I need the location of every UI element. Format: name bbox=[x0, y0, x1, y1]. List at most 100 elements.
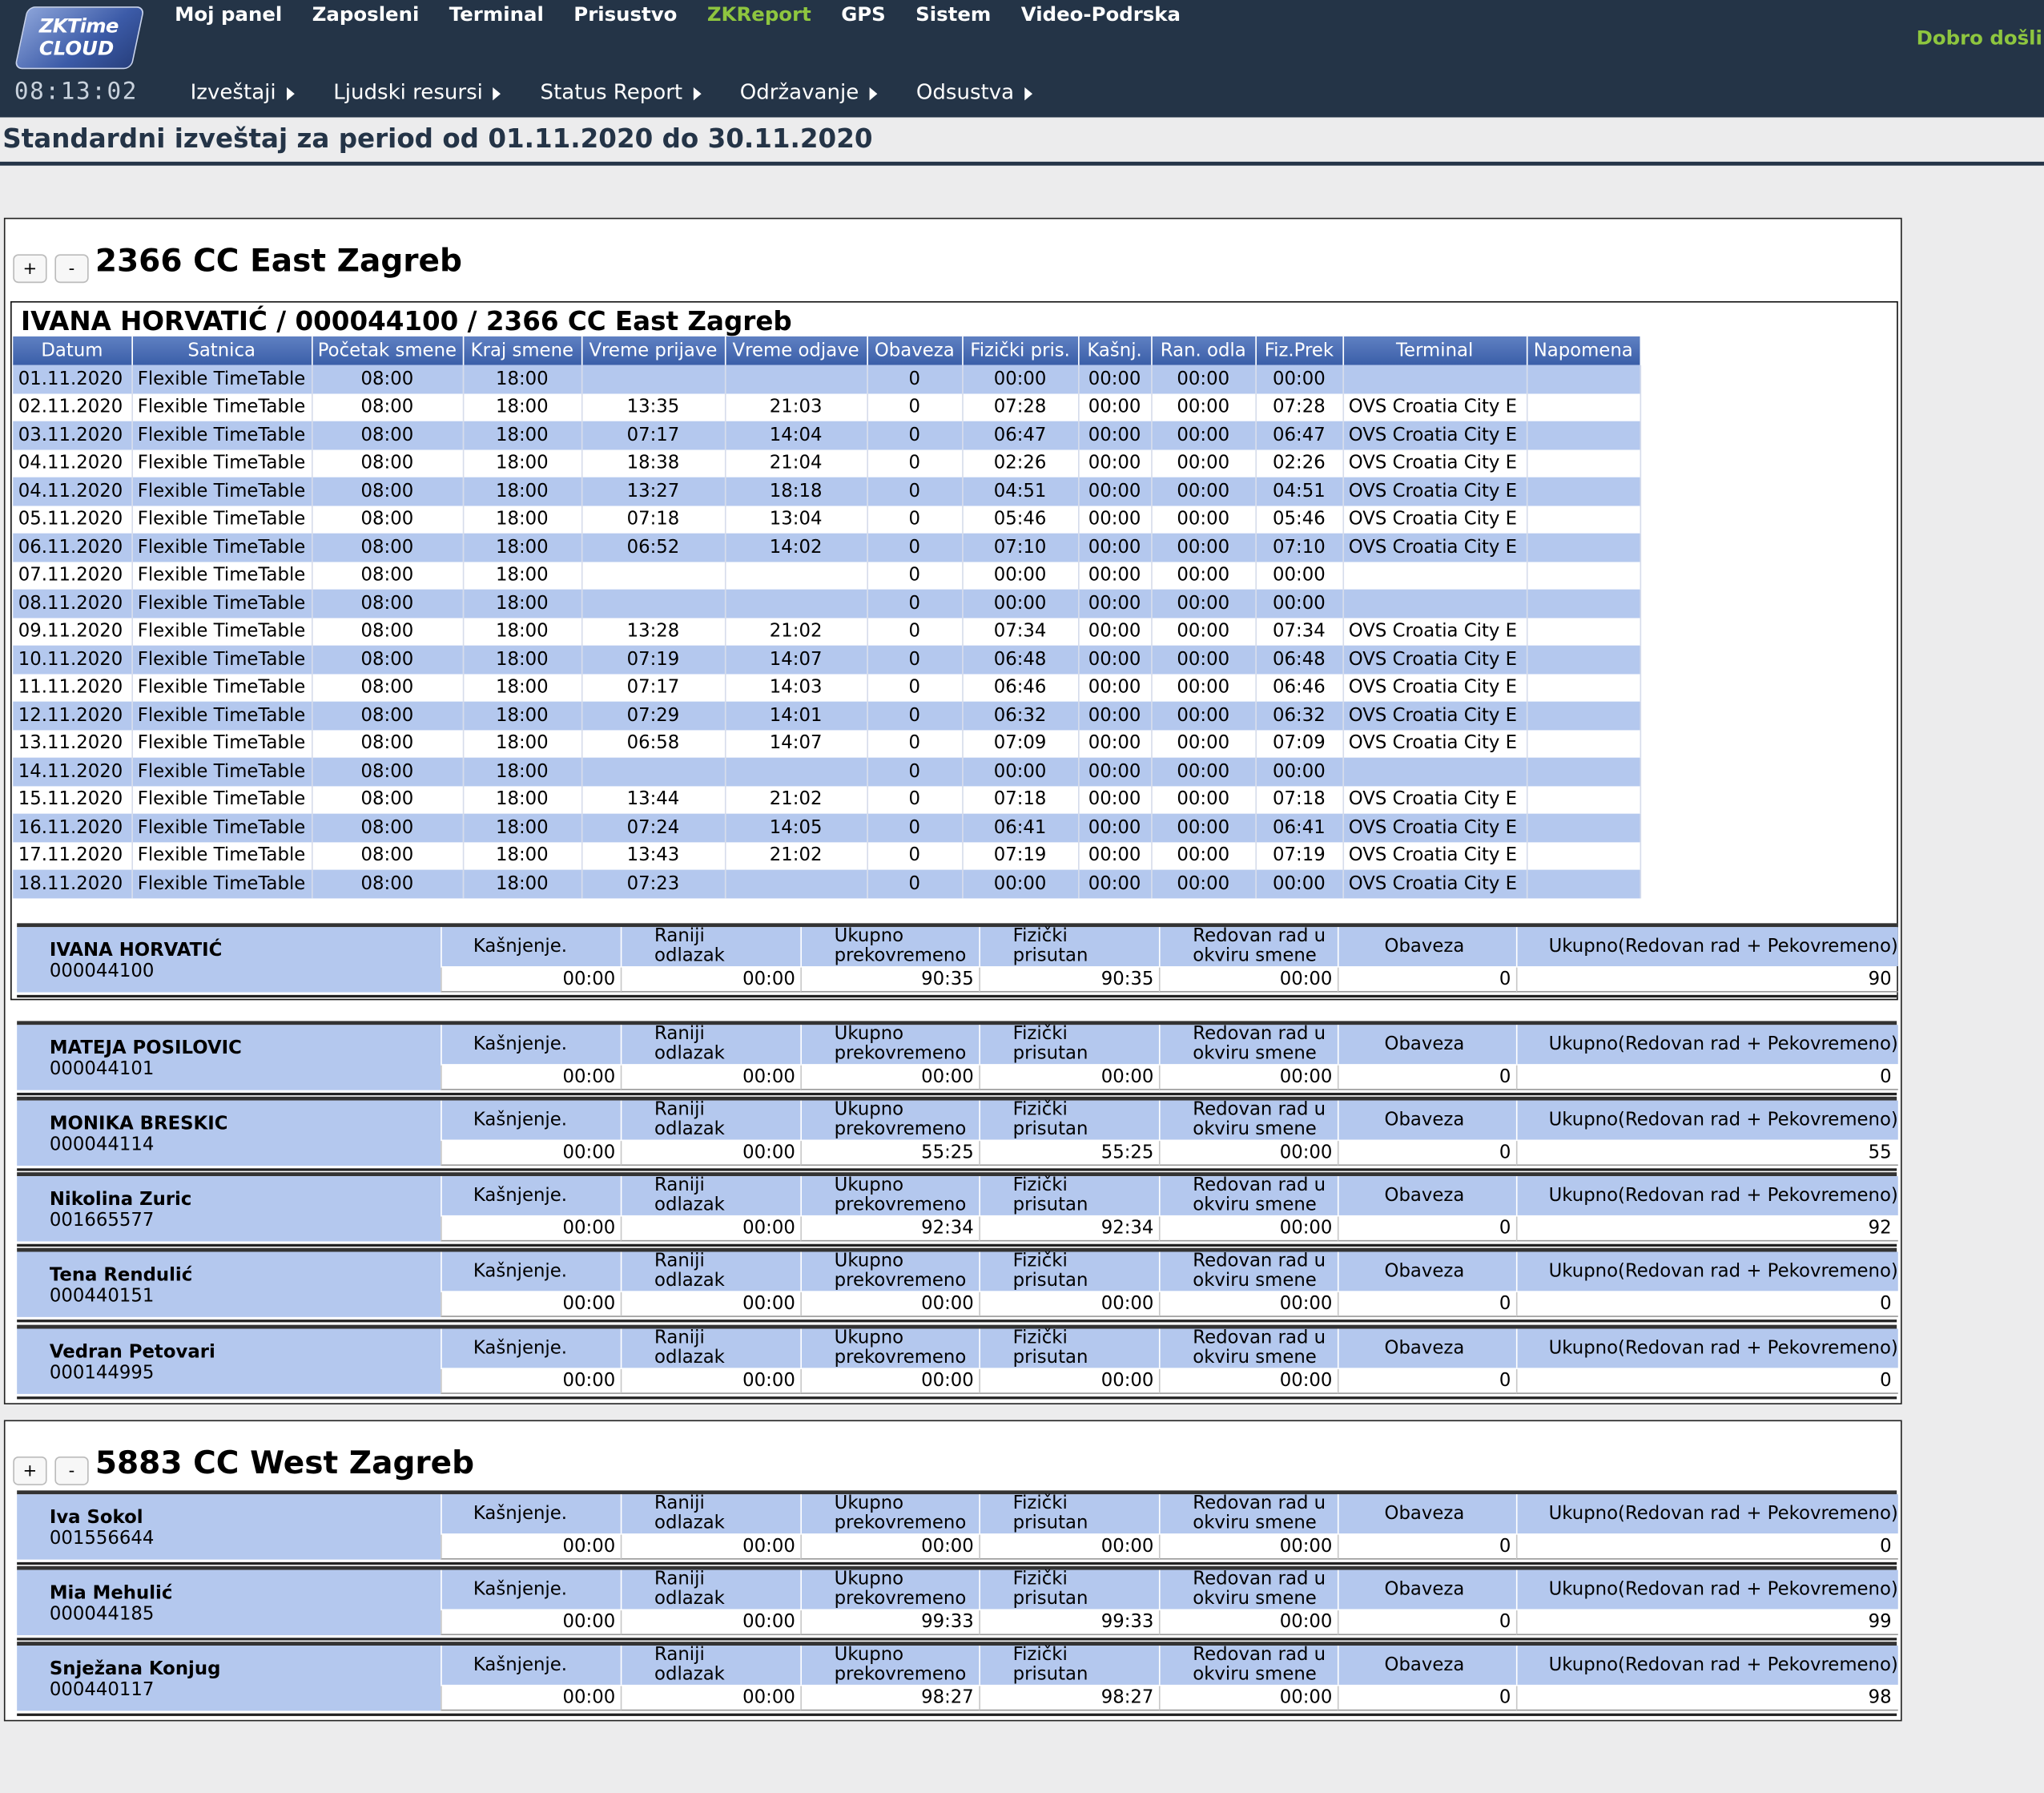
nav-item-zkreport[interactable]: ZKReport bbox=[707, 2, 811, 26]
subnav-item-0[interactable]: Izveštaji bbox=[191, 79, 294, 104]
expand-button[interactable]: + bbox=[13, 1457, 47, 1485]
table-row[interactable]: 09.11.2020 Flexible TimeTable 08:00 18:00 13… bbox=[13, 617, 1641, 646]
table-row[interactable]: 12.11.2020 Flexible TimeTable 08:00 18:00 07… bbox=[13, 701, 1641, 730]
table-row[interactable]: 01.11.2020 Flexible TimeTable 08:00 18:00 0 0… bbox=[13, 365, 1641, 393]
nav-item-terminal[interactable]: Terminal bbox=[449, 2, 544, 26]
table-row[interactable]: 14.11.2020 Flexible TimeTable 08:00 18:00 0 0… bbox=[13, 757, 1641, 786]
summary-value: 00:00 bbox=[562, 1066, 616, 1088]
column-header[interactable]: Vreme prijave bbox=[581, 336, 726, 365]
summary-value: 00:00 bbox=[921, 1370, 974, 1392]
table-cell: 0 bbox=[867, 729, 963, 758]
table-row[interactable]: 02.11.2020 Flexible TimeTable 08:00 18:00 13… bbox=[13, 393, 1641, 421]
nav-item-video-podrska[interactable]: Video-Podrska bbox=[1021, 2, 1181, 26]
collapse-button[interactable]: - bbox=[54, 1457, 89, 1485]
table-cell: 18:00 bbox=[462, 729, 582, 758]
table-row[interactable]: 17.11.2020 Flexible TimeTable 08:00 18:00 13… bbox=[13, 841, 1641, 870]
nav-item-zaposleni[interactable]: Zaposleni bbox=[312, 2, 420, 26]
summary-header-label: Ukupno bbox=[834, 1023, 904, 1045]
summary-header: Kašnjenje. bbox=[441, 1569, 622, 1610]
table-row[interactable]: 11.11.2020 Flexible TimeTable 08:00 18:00 07… bbox=[13, 673, 1641, 702]
summary-header-label: prekovremeno bbox=[834, 1347, 967, 1368]
summary-value: 0 bbox=[1499, 969, 1511, 990]
table-row[interactable]: 10.11.2020 Flexible TimeTable 08:00 18:00 07… bbox=[13, 645, 1641, 674]
table-row[interactable]: 03.11.2020 Flexible TimeTable 08:00 18:00 07… bbox=[13, 421, 1641, 449]
summary-header-label: Obaveza bbox=[1384, 936, 1465, 957]
table-row[interactable]: 05.11.2020 Flexible TimeTable 08:00 18:00 07… bbox=[13, 505, 1641, 534]
table-cell bbox=[724, 589, 868, 618]
nav-item-moj-panel[interactable]: Moj panel bbox=[175, 2, 282, 26]
subnav-item-3[interactable]: Održavanje bbox=[740, 79, 878, 104]
column-header[interactable]: Kraj smene bbox=[462, 336, 582, 365]
nav-item-gps[interactable]: GPS bbox=[841, 2, 886, 26]
summary-value: 00:00 bbox=[562, 1536, 616, 1557]
subnav-item-1[interactable]: Ljudski resursi bbox=[333, 79, 501, 104]
nav-item-sistem[interactable]: Sistem bbox=[915, 2, 991, 26]
subnav-item-4[interactable]: Odsustva bbox=[916, 79, 1033, 104]
column-header[interactable]: Datum bbox=[13, 336, 133, 365]
zktime-cloud-logo[interactable]: ZKTime CLOUD bbox=[14, 6, 145, 70]
employee-name[interactable]: IVANA HORVATIĆ bbox=[50, 940, 223, 961]
table-cell: OVS Croatia City E bbox=[1342, 533, 1527, 562]
table-row[interactable]: 18.11.2020 Flexible TimeTable 08:00 18:00 07… bbox=[13, 869, 1641, 898]
table-row[interactable]: 04.11.2020 Flexible TimeTable 08:00 18:00 18… bbox=[13, 449, 1641, 477]
summary-header-label: prekovremeno bbox=[834, 1194, 967, 1215]
column-header[interactable]: Fiz.Prek bbox=[1255, 336, 1344, 365]
column-header[interactable]: Satnica bbox=[131, 336, 312, 365]
collapse-button[interactable]: - bbox=[54, 254, 89, 284]
column-header[interactable]: Terminal bbox=[1342, 336, 1527, 365]
employee-name[interactable]: Tena Rendulić bbox=[50, 1265, 192, 1286]
table-cell: 14:03 bbox=[724, 673, 868, 702]
employee-name[interactable]: Mia Mehulić bbox=[50, 1583, 173, 1604]
summary-header-label: prisutan bbox=[1012, 1118, 1088, 1140]
table-cell: 07:19 bbox=[581, 645, 726, 674]
table-row[interactable]: 07.11.2020 Flexible TimeTable 08:00 18:00 0 0… bbox=[13, 561, 1641, 590]
table-row[interactable]: 16.11.2020 Flexible TimeTable 08:00 18:00 07… bbox=[13, 813, 1641, 842]
summary-header-label: Raniji bbox=[654, 1644, 705, 1666]
table-row[interactable]: 08.11.2020 Flexible TimeTable 08:00 18:00 0 0… bbox=[13, 589, 1641, 618]
table-cell bbox=[724, 561, 868, 590]
table-cell: 06:46 bbox=[962, 673, 1079, 702]
employee-name[interactable]: MONIKA BRESKIC bbox=[50, 1114, 228, 1134]
table-row[interactable]: 13.11.2020 Flexible TimeTable 08:00 18:00 06… bbox=[13, 729, 1641, 758]
column-header[interactable]: Fizički pris. bbox=[962, 336, 1079, 365]
summary-header-label: Ukupno(Redovan rad + Pekovremeno) bbox=[1548, 1337, 1898, 1359]
employee-name[interactable]: Iva Sokol bbox=[50, 1508, 143, 1529]
employee-name[interactable]: Snježana Konjug bbox=[50, 1658, 221, 1679]
employee-name[interactable]: Vedran Petovari bbox=[50, 1342, 215, 1363]
summary-value: 00:00 bbox=[921, 1536, 974, 1557]
table-cell: 00:00 bbox=[1078, 393, 1152, 421]
employee-name[interactable]: Nikolina Zuric bbox=[50, 1189, 192, 1210]
summary-header-label: okviru smene bbox=[1193, 1270, 1317, 1291]
table-cell: 07:18 bbox=[581, 505, 726, 534]
group-title: 5883 CC West Zagreb bbox=[95, 1444, 475, 1481]
summary-value: 99 bbox=[1868, 1611, 1892, 1633]
table-cell: Flexible TimeTable bbox=[131, 365, 312, 393]
column-header[interactable]: Obaveza bbox=[867, 336, 963, 365]
column-header[interactable]: Početak smene bbox=[311, 336, 464, 365]
table-cell: Flexible TimeTable bbox=[131, 505, 312, 534]
column-header[interactable]: Vreme odjave bbox=[724, 336, 868, 365]
summary-header-label: Obaveza bbox=[1384, 1579, 1465, 1601]
summary-value: 00:00 bbox=[1279, 1611, 1333, 1633]
table-row[interactable]: 15.11.2020 Flexible TimeTable 08:00 18:00 13… bbox=[13, 785, 1641, 814]
column-header[interactable]: Ran. odla bbox=[1151, 336, 1257, 365]
summary-header-label: Raniji bbox=[654, 1493, 705, 1514]
table-cell: 14:07 bbox=[724, 729, 868, 758]
summary-value-cell: 00:00 bbox=[1158, 1141, 1339, 1166]
employee-name-cell: Snježana Konjug 000440117 bbox=[17, 1646, 441, 1711]
employee-name-cell: Vedran Petovari 000144995 bbox=[17, 1328, 441, 1394]
summary-value-cell: 0 bbox=[1337, 1291, 1518, 1317]
summary-header-label: okviru smene bbox=[1193, 1588, 1317, 1610]
table-row[interactable]: 04.11.2020 Flexible TimeTable 08:00 18:00 13… bbox=[13, 477, 1641, 506]
summary-header: Redovan rad u okviru smene bbox=[1158, 1493, 1339, 1534]
summary-value: 90:35 bbox=[921, 969, 974, 990]
column-header[interactable]: Napomena bbox=[1526, 336, 1641, 365]
table-row[interactable]: 06.11.2020 Flexible TimeTable 08:00 18:00 06… bbox=[13, 533, 1641, 562]
subnav-item-2[interactable]: Status Report bbox=[541, 79, 702, 104]
column-header[interactable]: Kašnj. bbox=[1078, 336, 1152, 365]
summary-header-label: okviru smene bbox=[1193, 1118, 1317, 1140]
expand-button[interactable]: + bbox=[13, 254, 47, 284]
employee-name[interactable]: MATEJA POSILOVIC bbox=[50, 1038, 242, 1059]
summary-header: Ukupno prekovremeno bbox=[800, 1328, 980, 1368]
nav-item-prisustvo[interactable]: Prisustvo bbox=[573, 2, 677, 26]
